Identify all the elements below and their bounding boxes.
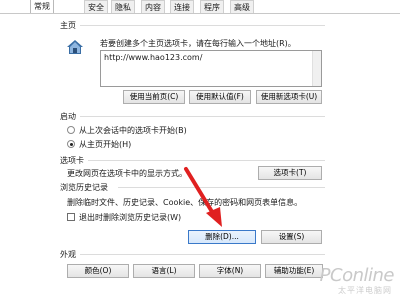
colors-button[interactable]: 颜色(O)	[67, 264, 129, 278]
delete-history-button[interactable]: 删除(D)...	[188, 230, 256, 244]
tab-privacy[interactable]: 隐私	[111, 0, 135, 13]
tab-programs[interactable]: 程序	[200, 0, 224, 13]
radio-last-session[interactable]	[67, 126, 75, 134]
tab-content[interactable]: 内容	[141, 0, 165, 13]
startup-title: 启动	[60, 112, 76, 121]
tabs-section-description: 更改网页在选项卡中的显示方式。	[67, 169, 187, 178]
annotation-arrow-icon	[180, 165, 230, 230]
homepage-url-value: http://www.hao123.com/	[104, 53, 203, 62]
pconline-watermark-sub: 太平洋电脑网	[338, 286, 392, 295]
history-settings-button[interactable]: 设置(S)	[261, 230, 322, 244]
homepage-divider	[80, 25, 325, 26]
homepage-url-input[interactable]: http://www.hao123.com/	[100, 50, 322, 87]
use-new-tab-button[interactable]: 使用新选项卡(U)	[256, 90, 322, 104]
accessibility-button[interactable]: 辅助功能(E)	[265, 264, 323, 278]
radio-homepage[interactable]	[67, 140, 75, 148]
appearance-divider	[80, 254, 325, 255]
appearance-title: 外观	[60, 250, 76, 259]
tab-security[interactable]: 安全	[84, 0, 108, 13]
startup-divider	[80, 116, 325, 117]
home-icon	[66, 39, 84, 55]
textarea-scrollbar[interactable]	[312, 51, 321, 86]
languages-button[interactable]: 语言(L)	[133, 264, 195, 278]
tab-divider	[0, 13, 400, 14]
tab-advanced[interactable]: 高级	[230, 0, 254, 13]
use-default-button[interactable]: 使用默认值(F)	[189, 90, 251, 104]
pconline-watermark: PConline	[319, 265, 395, 286]
delete-on-exit-label: 退出时删除浏览历史记录(W)	[79, 213, 182, 222]
history-title: 浏览历史记录	[60, 183, 108, 192]
use-current-page-button[interactable]: 使用当前页(C)	[123, 90, 185, 104]
tabs-settings-button[interactable]: 选项卡(T)	[258, 166, 322, 180]
tab-connections[interactable]: 连接	[170, 0, 194, 13]
fonts-button[interactable]: 字体(N)	[199, 264, 261, 278]
tab-bar: 常规 安全 隐私 内容 连接 程序 高级	[0, 0, 400, 14]
tab-general[interactable]: 常规	[30, 0, 54, 14]
delete-on-exit-checkbox[interactable]	[67, 213, 75, 221]
tabs-section-divider	[88, 160, 325, 161]
homepage-description: 若要创建多个主页选项卡，请在每行输入一个地址(R)。	[100, 39, 296, 48]
tabs-section-title: 选项卡	[60, 156, 84, 165]
homepage-title: 主页	[60, 21, 76, 30]
radio-homepage-label: 从主页开始(H)	[79, 140, 132, 149]
radio-last-session-label: 从上次会话中的选项卡开始(B)	[79, 126, 187, 135]
